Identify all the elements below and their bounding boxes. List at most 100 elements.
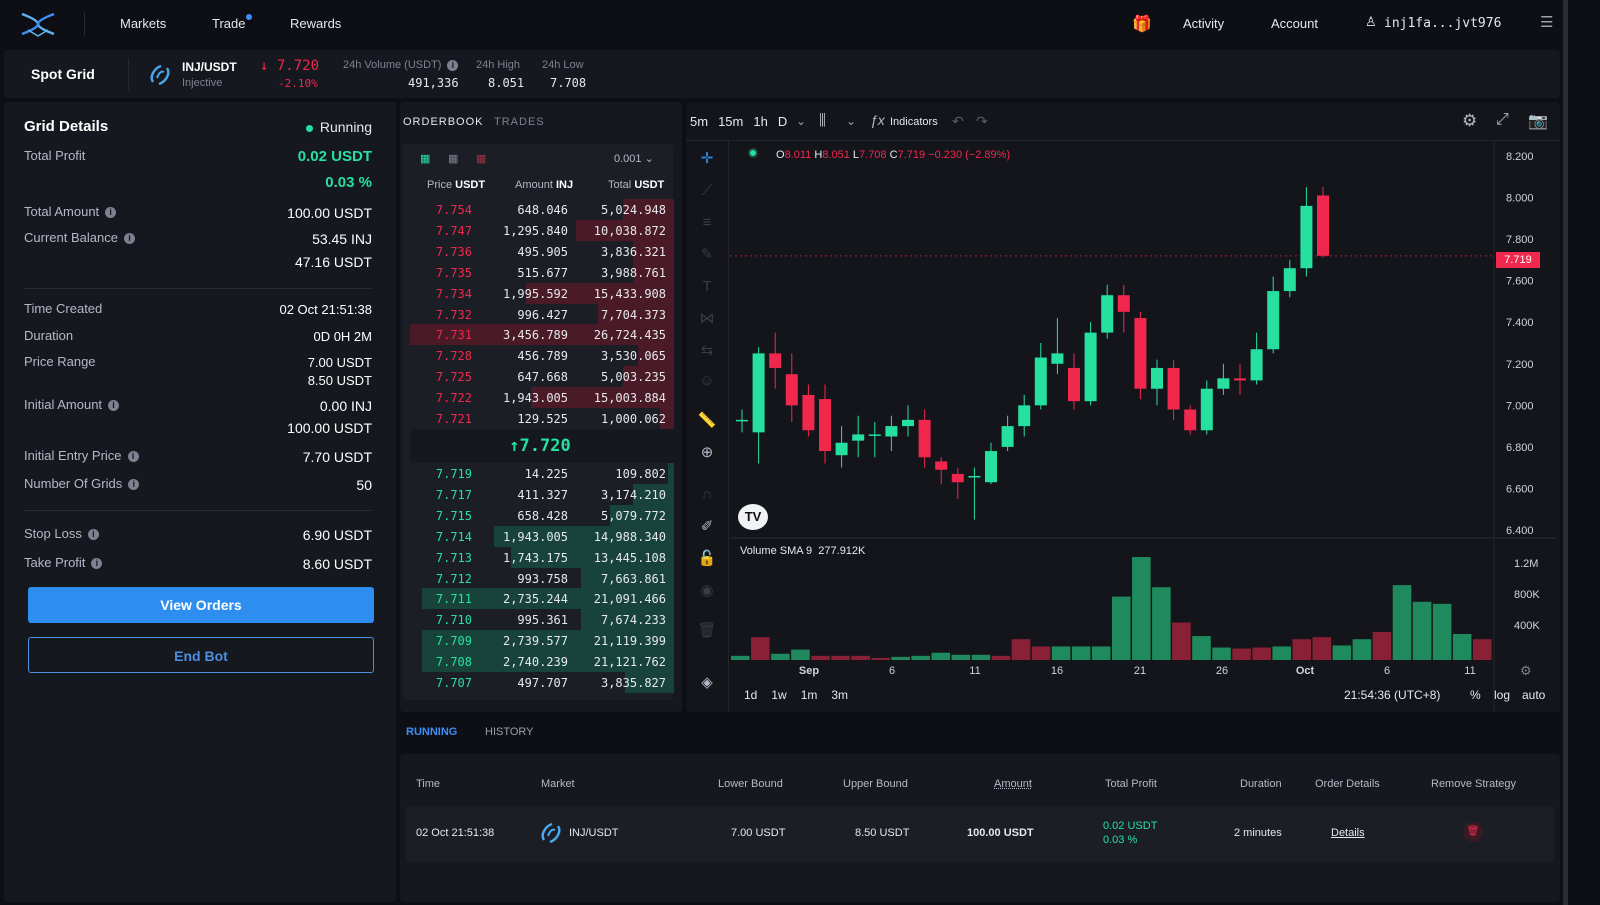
trash-icon[interactable]: 🗑 [696, 620, 718, 642]
orderbook-row[interactable]: 7.734 1,995.592 15,433.908 [410, 282, 674, 304]
book-bids-icon[interactable]: ▦ [448, 152, 458, 165]
zoom-in-icon[interactable]: ⊕ [696, 442, 718, 464]
high-label: 24h High [476, 59, 521, 71]
range-1w[interactable]: 1w [771, 688, 786, 702]
gift-icon[interactable]: 🎁 [1132, 14, 1152, 34]
info-icon[interactable]: i [87, 529, 99, 541]
orderbook-row[interactable]: 7.712 993.758 7,663.861 [410, 567, 674, 589]
tab-running[interactable]: RUNNING [406, 726, 457, 738]
orderbook-row[interactable]: 7.725 647.668 5,003.235 [410, 366, 674, 388]
info-icon[interactable]: i [108, 400, 120, 412]
book-asks-icon[interactable]: ▦ [476, 152, 486, 165]
page-scrollbar[interactable] [1563, 0, 1568, 905]
orderbook-row[interactable]: 7.715 658.428 5,079.772 [410, 504, 674, 526]
nav-account[interactable]: Account [1271, 16, 1318, 31]
pattern-icon[interactable]: ⋈ [696, 308, 718, 330]
candle-type-icon[interactable]: ⫼ [819, 112, 826, 129]
fullscreen-icon[interactable]: ⤢ [1496, 111, 1509, 129]
candle-type-dropdown-icon[interactable]: ⌄ [846, 114, 856, 128]
orderbook-row[interactable]: 7.722 1,943.005 15,003.884 [410, 387, 674, 409]
emoji-icon[interactable]: ☺ [696, 370, 718, 392]
interval-D[interactable]: D [778, 114, 787, 129]
interval-15m[interactable]: 15m [718, 114, 743, 129]
undo-icon[interactable]: ↶ [952, 113, 964, 130]
orderbook-row[interactable]: 7.731 3,456.789 26,724.435 [410, 324, 674, 346]
camera-icon[interactable]: 📷 [1528, 111, 1548, 131]
volume-bar [1452, 634, 1472, 660]
tab-trades[interactable]: TRADES [494, 116, 545, 128]
info-icon[interactable]: i [128, 479, 140, 491]
orderbook-row[interactable]: 7.728 456.789 3,530.065 [410, 345, 674, 367]
tradingview-logo[interactable]: TV [738, 504, 768, 530]
auto-toggle[interactable]: auto [1522, 688, 1545, 702]
nav-activity[interactable]: Activity [1183, 16, 1224, 31]
eye-icon[interactable]: ◉ [696, 580, 718, 602]
brush-icon[interactable]: ✎ [696, 244, 718, 266]
logo-icon[interactable] [20, 10, 56, 38]
chart-settings-icon[interactable]: ⚙ [1462, 111, 1477, 131]
range-1m[interactable]: 1m [801, 688, 818, 702]
total-profit-label: Total Profit [24, 148, 86, 163]
orderbook-row[interactable]: 7.735 515.677 3,988.761 [410, 261, 674, 283]
interval-1h[interactable]: 1h [753, 114, 767, 129]
range-3m[interactable]: 3m [831, 688, 848, 702]
remove-strategy-icon[interactable]: 🗑 [1463, 822, 1483, 842]
orderbook-row[interactable]: 7.754 648.046 5,024.948 [410, 199, 674, 220]
orderbook-row[interactable]: 7.710 995.361 7,674.233 [410, 609, 674, 631]
draw-mode-icon[interactable]: ✐ [696, 516, 718, 538]
tab-orderbook[interactable]: ORDERBOOK [403, 116, 484, 128]
orderbook-row[interactable]: 7.732 996.427 7,704.373 [410, 303, 674, 325]
precision-select[interactable]: 0.001 ⌄ [614, 152, 654, 165]
info-icon[interactable]: i [127, 451, 139, 463]
orderbook-row[interactable]: 7.736 495.905 3,836.321 [410, 240, 674, 262]
orderbook-row[interactable]: 7.747 1,295.840 10,038.872 [410, 219, 674, 241]
orderbook-row[interactable]: 7.713 1,743.175 13,445.108 [410, 546, 674, 568]
indicators-icon[interactable]: ƒx [870, 112, 885, 128]
info-icon[interactable]: i [447, 59, 459, 71]
prediction-icon[interactable]: ⇆ [696, 340, 718, 362]
strategy-table: Time Market Lower Bound Upper Bound Amou… [400, 754, 1560, 902]
pair-symbol[interactable]: INJ/USDT [182, 60, 237, 74]
percent-toggle[interactable]: % [1470, 688, 1481, 702]
tab-history[interactable]: HISTORY [485, 726, 534, 738]
book-both-icon[interactable]: ▦ [420, 152, 430, 165]
interval-5m[interactable]: 5m [690, 114, 708, 129]
orderbook-row[interactable]: 7.708 2,740.239 21,121.762 [410, 651, 674, 673]
view-orders-button[interactable]: View Orders [28, 587, 374, 623]
redo-icon[interactable]: ↷ [976, 113, 988, 130]
nav-rewards[interactable]: Rewards [290, 16, 341, 31]
info-icon[interactable]: i [105, 207, 117, 219]
injective-icon [541, 822, 561, 844]
page-title: Spot Grid [31, 66, 95, 82]
magnet-icon[interactable]: ∩ [696, 484, 718, 506]
interval-dropdown-icon[interactable]: ⌄ [796, 114, 806, 128]
layers-icon[interactable]: ◈ [696, 672, 718, 694]
orderbook-row[interactable]: 7.721 129.525 1,000.062 [410, 408, 674, 429]
nav-trade[interactable]: Trade [212, 14, 253, 31]
settings-sliders-icon[interactable]: ☰ [1540, 13, 1553, 31]
trendline-icon[interactable]: ⟋ [696, 180, 718, 202]
orderbook-row[interactable]: 7.707 497.707 3,835.827 [410, 672, 674, 693]
indicators-button[interactable]: Indicators [890, 116, 938, 128]
price-chart[interactable]: 8.200 8.000 7.800 7.600 7.400 7.200 7.000 6.800… [730, 140, 1560, 712]
wallet-address[interactable]: inj1fa...jvt976 [1384, 16, 1501, 31]
log-toggle[interactable]: log [1494, 688, 1510, 702]
orderbook-row[interactable]: 7.717 411.327 3,174.210 [410, 483, 674, 505]
end-bot-button[interactable]: End Bot [28, 637, 374, 673]
ruler-icon[interactable]: 📏 [696, 410, 718, 432]
row-details-link[interactable]: Details [1331, 827, 1365, 839]
crosshair-icon[interactable]: ✛ [696, 148, 718, 170]
y-tick-label: 7.600 [1506, 276, 1534, 288]
orderbook-row[interactable]: 7.709 2,739.577 21,119.399 [410, 630, 674, 652]
orderbook-row[interactable]: 7.711 2,735.244 21,091.466 [410, 588, 674, 610]
th-amount[interactable]: Amount [994, 778, 1032, 790]
info-icon[interactable]: i [91, 558, 103, 570]
fib-icon[interactable]: ≡ [696, 212, 718, 234]
text-icon[interactable]: T [696, 276, 718, 298]
orderbook-row[interactable]: 7.714 1,943.005 14,988.340 [410, 525, 674, 547]
range-1d[interactable]: 1d [744, 688, 757, 702]
lock-icon[interactable]: 🔓 [696, 548, 718, 570]
info-icon[interactable]: i [123, 233, 135, 245]
orderbook-row[interactable]: 7.719 14.225 109.802 [410, 463, 674, 484]
nav-markets[interactable]: Markets [120, 16, 166, 31]
